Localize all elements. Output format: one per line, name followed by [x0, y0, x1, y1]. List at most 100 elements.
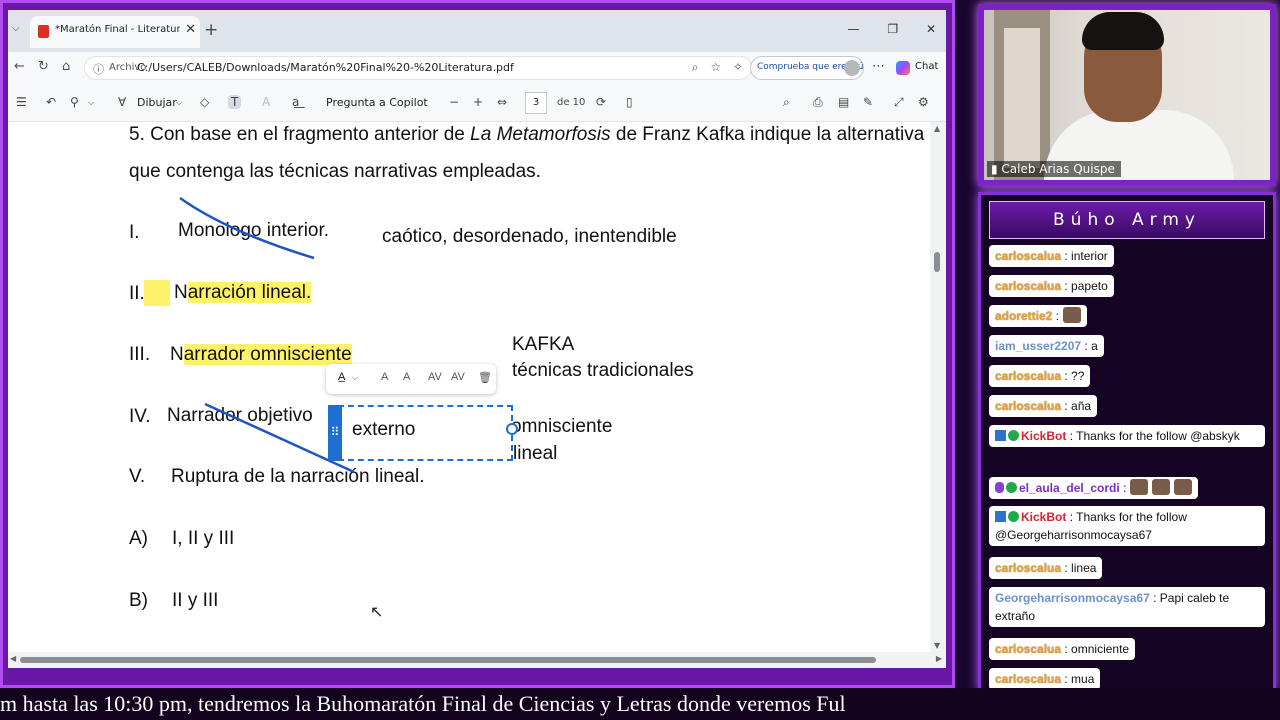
- participant-name: ▮ Caleb Arias Quispe: [987, 161, 1121, 177]
- horizontal-scrollbar[interactable]: ◀ ▶: [8, 652, 946, 668]
- chat-username[interactable]: carloscalua: [995, 399, 1061, 413]
- refresh-icon[interactable]: ↻: [38, 59, 49, 74]
- emote-icon: [1174, 479, 1193, 495]
- resize-handle[interactable]: [506, 423, 518, 435]
- url-text[interactable]: C:/Users/CALEB/Downloads/Maratón%20Final…: [137, 61, 514, 74]
- fill-icon[interactable]: A: [262, 95, 270, 109]
- save-icon[interactable]: ▤: [838, 95, 849, 109]
- chat-username[interactable]: carloscalua: [995, 249, 1061, 263]
- scroll-left-icon[interactable]: ◀: [10, 654, 16, 663]
- favorite-star-icon[interactable]: ☆: [710, 60, 721, 74]
- contents-icon[interactable]: ☰: [16, 95, 27, 109]
- restore-icon[interactable]: ❐: [887, 22, 898, 36]
- chat-message: adorettie2 :: [989, 305, 1088, 327]
- close-tab-icon[interactable]: ✕: [185, 22, 196, 37]
- highlight-mark: [144, 280, 170, 306]
- decrease-size-icon[interactable]: A: [403, 371, 410, 383]
- vertical-scrollbar[interactable]: ▲ ▼: [930, 122, 946, 652]
- spacing-increase-icon[interactable]: AV: [428, 371, 442, 383]
- add-text-icon[interactable]: T: [228, 95, 242, 109]
- chevron-down-icon[interactable]: ⌵: [352, 373, 358, 383]
- chat-username[interactable]: adorettie2: [995, 309, 1052, 323]
- copilot-icon[interactable]: [896, 61, 910, 75]
- new-tab-icon[interactable]: +: [204, 20, 218, 40]
- chat-text: :: [1123, 481, 1127, 495]
- tab-list-icon[interactable]: ⌵: [12, 23, 20, 34]
- chevron-down-icon[interactable]: ⌵: [88, 98, 94, 108]
- note-traditional: técnicas tradicionales: [512, 360, 694, 381]
- pdf-page: 5. Con base en el fragmento anterior de …: [8, 122, 930, 652]
- chat-username[interactable]: iam_usser2207: [995, 339, 1081, 353]
- chat-username[interactable]: el_aula_del_cordi: [1019, 481, 1120, 495]
- tab-pdf[interactable]: *Maratón Final - Literatura.pdf ✕: [30, 16, 200, 48]
- more-menu-icon[interactable]: ⋯: [872, 59, 885, 74]
- chat-message: iam_usser2207 : a: [989, 335, 1104, 357]
- chat-username[interactable]: carloscalua: [995, 642, 1061, 656]
- chat-message: carloscalua : ??: [989, 365, 1091, 387]
- read-aloud-icon[interactable]: a͟: [292, 95, 299, 109]
- page-view-icon[interactable]: ▯: [626, 95, 633, 109]
- undo-icon[interactable]: ↶: [46, 95, 56, 109]
- scroll-down-icon[interactable]: ▼: [934, 641, 940, 650]
- signal-bars-icon: ▮: [991, 162, 1002, 176]
- highlight-pen-icon[interactable]: ⚲: [70, 95, 79, 109]
- chat-username[interactable]: carloscalua: [995, 672, 1061, 686]
- scroll-thumb[interactable]: [20, 657, 876, 663]
- fit-page-icon[interactable]: ⇔: [497, 95, 507, 109]
- extensions-icon[interactable]: ✧: [733, 60, 743, 74]
- increase-size-icon[interactable]: A: [381, 371, 388, 383]
- close-window-icon[interactable]: ✕: [926, 22, 936, 36]
- page-number-input[interactable]: 3: [525, 92, 547, 114]
- chat-text: : mua: [1064, 672, 1095, 686]
- text-color-icon[interactable]: A̲: [338, 371, 345, 383]
- chat-message: carloscalua : interior: [989, 245, 1114, 267]
- option-text: I, II y III: [172, 528, 235, 549]
- spacing-decrease-icon[interactable]: AV: [451, 371, 465, 383]
- chat-username[interactable]: KickBot: [1021, 429, 1066, 443]
- eraser-icon[interactable]: ◇: [200, 95, 209, 109]
- chevron-down-icon[interactable]: ⌵: [176, 98, 182, 108]
- home-icon[interactable]: ⌂: [62, 59, 70, 74]
- zoom-icon[interactable]: ⌕: [692, 60, 699, 74]
- chat-username[interactable]: carloscalua: [995, 369, 1061, 383]
- back-icon[interactable]: ←: [14, 59, 25, 74]
- save-as-icon[interactable]: ✎: [863, 95, 873, 109]
- scroll-thumb[interactable]: [934, 252, 940, 272]
- delete-icon[interactable]: 🗑: [478, 371, 492, 384]
- question-line-1: 5. Con base en el fragmento anterior de …: [129, 124, 924, 146]
- highlighted-text: arrador omnisciente: [183, 344, 352, 365]
- screen-share-frame: ⌵ *Maratón Final - Literatura.pdf ✕ + — …: [0, 0, 955, 688]
- ask-copilot-button[interactable]: Pregunta a Copilot: [326, 96, 428, 109]
- address-bar[interactable]: ⓘ Archivo C:/Users/CALEB/Downloads/Marat…: [84, 56, 752, 80]
- search-icon[interactable]: ⌕: [783, 95, 790, 110]
- draw-icon[interactable]: ∀: [118, 95, 126, 109]
- rotate-icon[interactable]: ⟳: [596, 95, 606, 109]
- item-number: V.: [129, 466, 146, 487]
- chat-username[interactable]: KickBot: [1021, 510, 1066, 524]
- scroll-right-icon[interactable]: ▶: [936, 654, 942, 663]
- fullscreen-icon[interactable]: ⤢: [894, 95, 904, 110]
- item-initial: N: [170, 344, 184, 365]
- chat-text: :: [1055, 309, 1060, 323]
- chat-username[interactable]: Georgeharrisonmocaysa67: [995, 591, 1150, 605]
- option-letter: B): [129, 590, 148, 611]
- identity-button[interactable]: Comprueba que eres tú: [750, 56, 864, 80]
- zoom-in-icon[interactable]: +: [473, 95, 483, 109]
- chat-username[interactable]: carloscalua: [995, 561, 1061, 575]
- scroll-up-icon[interactable]: ▲: [934, 124, 940, 133]
- draw-button[interactable]: Dibujar: [137, 96, 177, 109]
- zoom-out-icon[interactable]: −: [449, 95, 459, 109]
- chat-text: : a: [1084, 339, 1098, 353]
- text-annotation-value[interactable]: externo: [352, 419, 415, 441]
- copilot-chat-label[interactable]: Chat: [915, 61, 938, 72]
- webcam-frame: ▮ Caleb Arias Quispe: [978, 4, 1276, 186]
- settings-gear-icon[interactable]: ⚙: [918, 95, 929, 109]
- text-annotation-box[interactable]: ⠿ externo: [328, 405, 518, 461]
- pdf-toolbar: ☰ ↶ ⚲ ⌵ ∀ Dibujar ⌵ ◇ T A a͟ Pregunta a …: [8, 84, 946, 122]
- minimize-icon[interactable]: —: [848, 22, 860, 36]
- chat-username[interactable]: carloscalua: [995, 279, 1061, 293]
- drag-handle-icon[interactable]: ⠿: [328, 405, 342, 461]
- question-line-2: que contenga las técnicas narrativas emp…: [129, 161, 541, 182]
- info-icon[interactable]: ⓘ: [93, 61, 104, 77]
- print-icon[interactable]: ⎙: [813, 95, 823, 110]
